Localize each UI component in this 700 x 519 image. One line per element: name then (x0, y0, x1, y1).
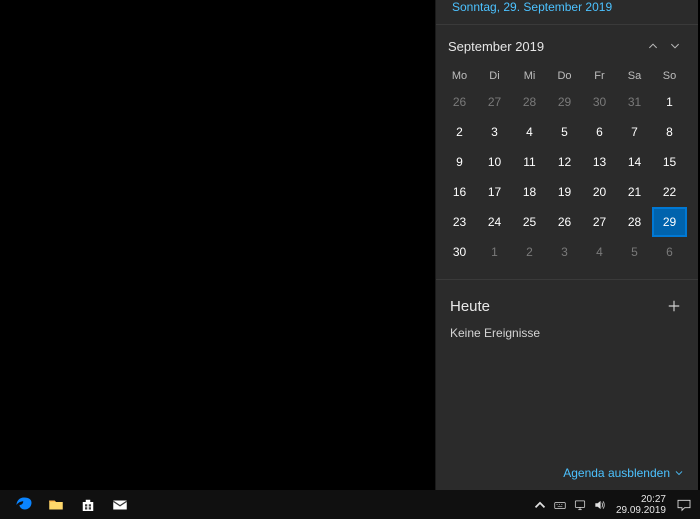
volume-button[interactable] (590, 490, 610, 519)
calendar-day[interactable]: 25 (512, 207, 547, 237)
prev-month-button[interactable] (642, 35, 664, 57)
clock-date: 29.09.2019 (616, 505, 666, 516)
edge-browser-icon[interactable] (8, 490, 40, 519)
day-of-week-header: Do (547, 65, 582, 87)
calendar-day[interactable]: 14 (617, 147, 652, 177)
calendar-day[interactable]: 6 (582, 117, 617, 147)
calendar-day[interactable]: 3 (547, 237, 582, 267)
divider (436, 24, 698, 25)
agenda-title: Heute (450, 298, 664, 315)
chevron-down-icon (669, 40, 681, 52)
tray-overflow-button[interactable] (530, 490, 550, 519)
day-of-week-header: Fr (582, 65, 617, 87)
hide-agenda-label: Agenda ausblenden (563, 466, 670, 480)
calendar-day[interactable]: 29 (547, 87, 582, 117)
day-of-week-header: Mi (512, 65, 547, 87)
calendar-day[interactable]: 5 (617, 237, 652, 267)
calendar-day[interactable]: 19 (547, 177, 582, 207)
calendar-day[interactable]: 5 (547, 117, 582, 147)
calendar-day[interactable]: 26 (547, 207, 582, 237)
calendar-day[interactable]: 1 (477, 237, 512, 267)
calendar-day[interactable]: 15 (652, 147, 687, 177)
monitor-network-icon (573, 498, 587, 512)
notification-icon (676, 498, 692, 512)
calendar-day[interactable]: 10 (477, 147, 512, 177)
speaker-icon (593, 498, 607, 512)
day-of-week-header-row: MoDiMiDoFrSaSo (442, 65, 692, 87)
chevron-up-icon (533, 498, 547, 512)
calendar-day[interactable]: 18 (512, 177, 547, 207)
calendar-day[interactable]: 11 (512, 147, 547, 177)
calendar-day[interactable]: 21 (617, 177, 652, 207)
calendar-week-row: 2627282930311 (442, 87, 692, 117)
mail-app-icon[interactable] (104, 490, 136, 519)
folder-icon (47, 496, 65, 514)
calendar-week-row: 16171819202122 (442, 177, 692, 207)
month-year-label[interactable]: September 2019 (448, 39, 642, 54)
calendar-day[interactable]: 30 (582, 87, 617, 117)
chevron-up-icon (647, 40, 659, 52)
file-explorer-icon[interactable] (40, 490, 72, 519)
calendar-day[interactable]: 2 (512, 237, 547, 267)
mail-icon (111, 496, 129, 514)
calendar-grid: MoDiMiDoFrSaSo 2627282930311234567891011… (436, 61, 698, 275)
calendar-day[interactable]: 4 (582, 237, 617, 267)
calendar-day[interactable]: 8 (652, 117, 687, 147)
day-of-week-header: Sa (617, 65, 652, 87)
calendar-day-today[interactable]: 29 (652, 207, 687, 237)
chevron-down-icon (674, 468, 684, 478)
calendar-day[interactable]: 17 (477, 177, 512, 207)
store-icon (79, 496, 97, 514)
agenda-panel: Heute Keine Ereignisse Agenda ausblenden (436, 286, 698, 490)
calendar-day[interactable]: 24 (477, 207, 512, 237)
calendar-day[interactable]: 1 (652, 87, 687, 117)
calendar-day[interactable]: 31 (617, 87, 652, 117)
calendar-day[interactable]: 16 (442, 177, 477, 207)
taskbar-clock[interactable]: 20:27 29.09.2019 (610, 494, 672, 516)
edge-icon (15, 496, 33, 514)
calendar-day[interactable]: 13 (582, 147, 617, 177)
keyboard-icon (553, 498, 567, 512)
calendar-day[interactable]: 28 (617, 207, 652, 237)
hide-agenda-button[interactable]: Agenda ausblenden (563, 466, 684, 480)
calendar-day[interactable]: 7 (617, 117, 652, 147)
calendar-day[interactable]: 26 (442, 87, 477, 117)
next-month-button[interactable] (664, 35, 686, 57)
calendar-day[interactable]: 3 (477, 117, 512, 147)
day-of-week-header: Mo (442, 65, 477, 87)
action-center-button[interactable] (672, 490, 696, 519)
keyboard-layout-button[interactable] (550, 490, 570, 519)
calendar-day[interactable]: 22 (652, 177, 687, 207)
calendar-day[interactable]: 9 (442, 147, 477, 177)
network-button[interactable] (570, 490, 590, 519)
no-events-text: Keine Ereignisse (450, 326, 684, 340)
clock-time: 20:27 (616, 494, 666, 505)
divider (436, 279, 698, 280)
calendar-week-row: 9101112131415 (442, 147, 692, 177)
current-date-link[interactable]: Sonntag, 29. September 2019 (436, 0, 698, 20)
plus-icon (667, 299, 681, 313)
calendar-day[interactable]: 20 (582, 177, 617, 207)
taskbar: 20:27 29.09.2019 (0, 490, 700, 519)
calendar-day[interactable]: 2 (442, 117, 477, 147)
calendar-day[interactable]: 30 (442, 237, 477, 267)
calendar-day[interactable]: 6 (652, 237, 687, 267)
calendar-day[interactable]: 27 (582, 207, 617, 237)
calendar-day[interactable]: 23 (442, 207, 477, 237)
calendar-day[interactable]: 27 (477, 87, 512, 117)
calendar-day[interactable]: 4 (512, 117, 547, 147)
day-of-week-header: So (652, 65, 687, 87)
calendar-day[interactable]: 12 (547, 147, 582, 177)
calendar-week-row: 30123456 (442, 237, 692, 267)
day-of-week-header: Di (477, 65, 512, 87)
calendar-day[interactable]: 28 (512, 87, 547, 117)
calendar-flyout: Sonntag, 29. September 2019 September 20… (435, 0, 698, 490)
microsoft-store-icon[interactable] (72, 490, 104, 519)
add-event-button[interactable] (664, 296, 684, 316)
calendar-week-row: 2345678 (442, 117, 692, 147)
calendar-week-row: 23242526272829 (442, 207, 692, 237)
